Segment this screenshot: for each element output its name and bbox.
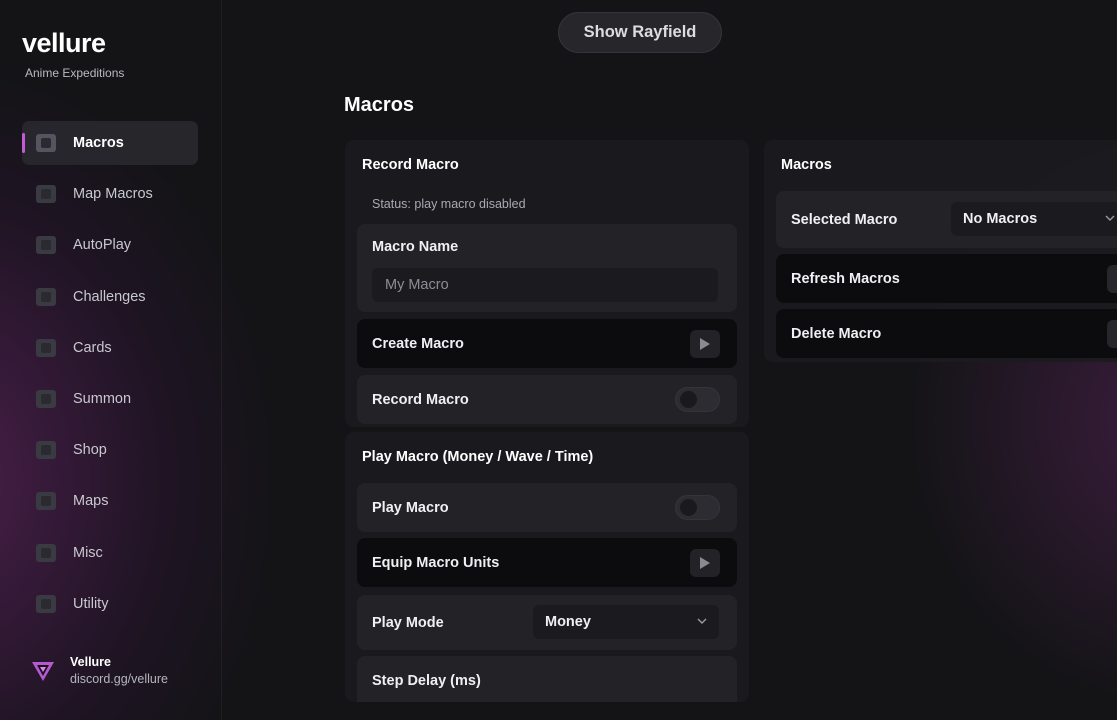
create-macro-button[interactable]: Create Macro xyxy=(357,319,737,368)
sidebar-item-label: Shop xyxy=(73,442,107,459)
section-title: Record Macro xyxy=(362,157,459,173)
vellure-logo-icon xyxy=(32,661,54,681)
sidebar-item-misc[interactable]: Misc xyxy=(22,531,198,575)
refresh-macros-play-button[interactable] xyxy=(1107,264,1117,293)
selected-macro-label: Selected Macro xyxy=(791,211,898,228)
section-title: Play Macro (Money / Wave / Time) xyxy=(362,449,594,465)
summon-icon xyxy=(36,389,56,408)
sidebar-item-label: AutoPlay xyxy=(73,237,132,254)
sidebar-item-macros[interactable]: Macros xyxy=(22,121,198,165)
selected-macro-value: No Macros xyxy=(963,211,1038,227)
play-macro-toggle[interactable] xyxy=(675,495,720,520)
play-mode-row: Play Mode Money xyxy=(357,595,737,650)
play-triangle-icon xyxy=(700,556,710,569)
sidebar-item-label: Challenges xyxy=(73,288,146,305)
map-macros-icon xyxy=(36,185,56,204)
sidebar-item-label: Utility xyxy=(73,595,109,612)
cards-icon xyxy=(36,338,56,357)
utility-icon xyxy=(36,594,56,613)
record-macro-row: Record Macro xyxy=(357,375,737,424)
chevron-down-icon xyxy=(1105,215,1115,221)
sidebar-item-label: Summon xyxy=(73,390,132,407)
selected-macro-row: Selected Macro No Macros xyxy=(776,191,1117,248)
play-triangle-icon xyxy=(700,337,710,350)
sidebar-item-utility[interactable]: Utility xyxy=(22,582,198,626)
record-macro-toggle[interactable] xyxy=(675,387,720,412)
maps-icon xyxy=(36,492,56,511)
footer-name: Vellure xyxy=(70,655,111,669)
macro-name-input[interactable] xyxy=(372,268,718,302)
challenges-icon xyxy=(36,287,56,306)
macro-name-label: Macro Name xyxy=(372,239,459,255)
sidebar-footer: Vellure discord.gg/vellure xyxy=(30,655,168,686)
sidebar-item-challenges[interactable]: Challenges xyxy=(22,275,198,319)
toggle-knob xyxy=(680,391,697,408)
sidebar-item-label: Macros xyxy=(73,135,124,151)
equip-macro-units-button[interactable]: Equip Macro Units xyxy=(357,538,737,587)
record-macro-label: Record Macro xyxy=(372,391,469,408)
sidebar-item-maps[interactable]: Maps xyxy=(22,479,198,523)
play-mode-value: Money xyxy=(545,614,591,630)
play-mode-dropdown[interactable]: Money xyxy=(533,605,719,639)
sidebar-item-label: Cards xyxy=(73,339,112,356)
toggle-knob xyxy=(680,499,697,516)
step-delay-label: Step Delay (ms) xyxy=(372,673,481,689)
macros-icon xyxy=(36,134,56,152)
sidebar-item-label: Misc xyxy=(73,544,103,561)
sidebar-nav: Macros Map Macros AutoPlay Challenges Ca… xyxy=(22,121,198,633)
delete-macro-label: Delete Macro xyxy=(791,325,882,342)
sidebar-item-label: Map Macros xyxy=(73,186,153,203)
sidebar: vellure Anime Expeditions Macros Map Mac… xyxy=(0,0,222,720)
play-macro-row: Play Macro xyxy=(357,483,737,532)
show-rayfield-button[interactable]: Show Rayfield xyxy=(558,12,722,53)
shop-icon xyxy=(36,441,56,460)
section-title: Macros xyxy=(781,157,832,173)
create-macro-play-button[interactable] xyxy=(690,329,720,358)
sidebar-item-label: Maps xyxy=(73,493,109,510)
page-title: Macros xyxy=(344,94,415,116)
brand: vellure Anime Expeditions xyxy=(22,28,124,80)
autoplay-icon xyxy=(36,236,56,255)
refresh-macros-button[interactable]: Refresh Macros xyxy=(776,254,1117,303)
macro-name-card: Macro Name xyxy=(357,224,737,312)
macro-status-text: Status: play macro disabled xyxy=(372,197,526,211)
play-mode-label: Play Mode xyxy=(372,614,444,631)
selected-macro-dropdown[interactable]: No Macros xyxy=(951,202,1117,236)
sidebar-item-map-macros[interactable]: Map Macros xyxy=(22,172,198,216)
sidebar-item-cards[interactable]: Cards xyxy=(22,326,198,370)
sidebar-item-autoplay[interactable]: AutoPlay xyxy=(22,223,198,267)
brand-title: vellure xyxy=(22,28,106,58)
delete-macro-play-button[interactable] xyxy=(1107,319,1117,348)
discord-link[interactable]: discord.gg/vellure xyxy=(70,672,168,686)
sidebar-item-summon[interactable]: Summon xyxy=(22,377,198,421)
refresh-macros-label: Refresh Macros xyxy=(791,270,900,287)
equip-macro-units-label: Equip Macro Units xyxy=(372,554,500,571)
equip-macro-units-play-button[interactable] xyxy=(690,548,720,577)
delete-macro-button[interactable]: Delete Macro xyxy=(776,309,1117,358)
brand-subtitle: Anime Expeditions xyxy=(25,66,125,80)
chevron-down-icon xyxy=(697,618,707,624)
sidebar-item-shop[interactable]: Shop xyxy=(22,428,198,472)
play-macro-label: Play Macro xyxy=(372,499,449,516)
misc-icon xyxy=(36,543,56,562)
step-delay-row: Step Delay (ms) xyxy=(357,656,737,702)
create-macro-label: Create Macro xyxy=(372,335,464,352)
